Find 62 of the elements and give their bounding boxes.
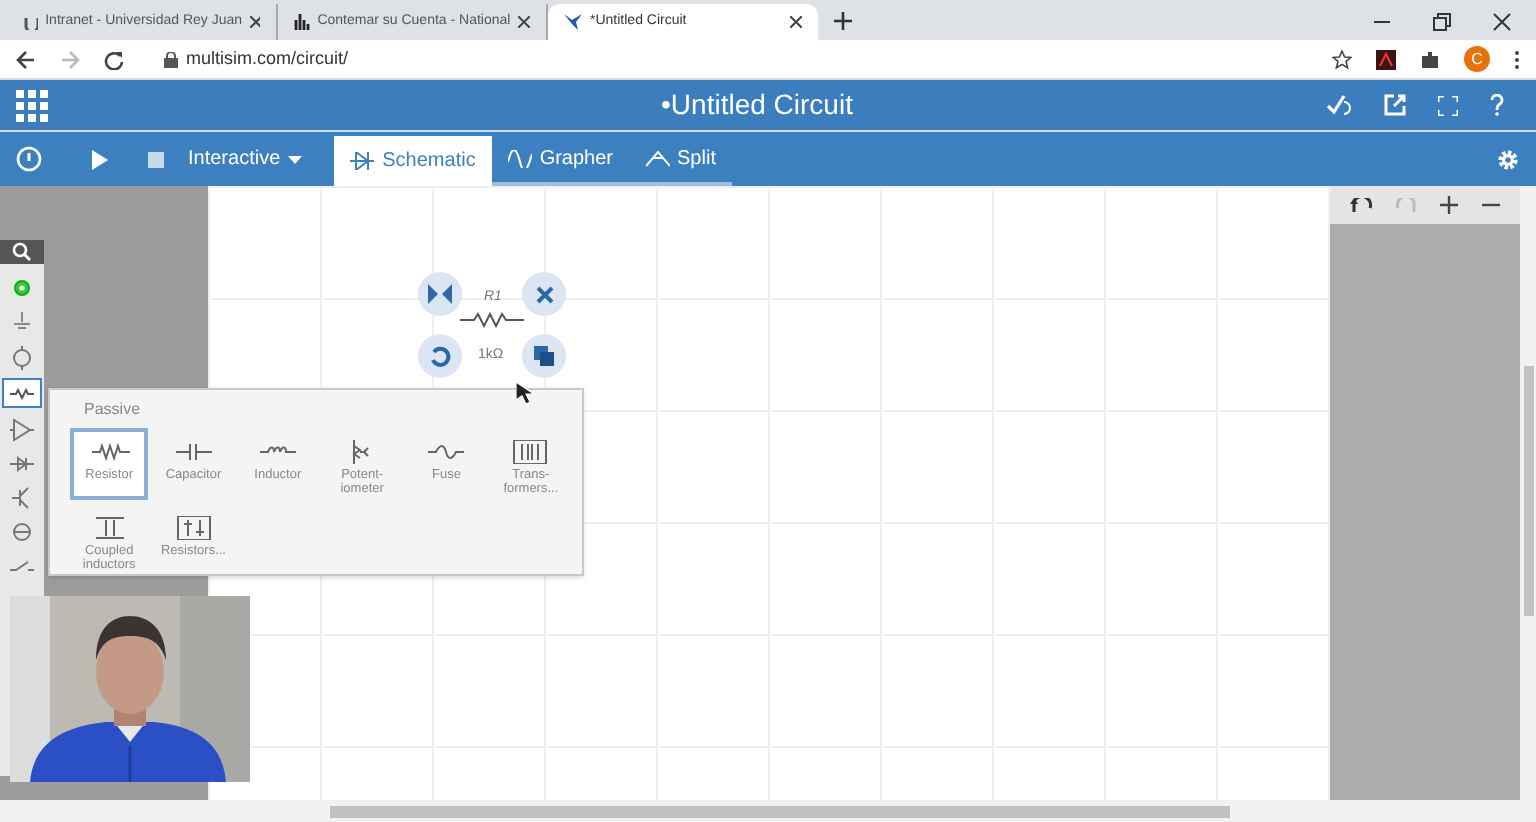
vertical-scrollbar[interactable] <box>1520 186 1536 800</box>
apps-grid-icon[interactable] <box>16 89 48 121</box>
pdf-extension-icon[interactable] <box>1376 49 1396 69</box>
amplifier-icon[interactable] <box>10 417 34 441</box>
scrollbar-thumb[interactable] <box>1523 366 1533 616</box>
flip-icon <box>428 284 452 304</box>
component-icon <box>510 440 551 464</box>
resistor-symbol[interactable] <box>460 312 524 328</box>
probe-icon[interactable] <box>10 277 34 301</box>
close-icon[interactable] <box>518 16 530 28</box>
reload-icon[interactable] <box>104 49 124 69</box>
play-icon[interactable] <box>90 149 108 169</box>
site-icon <box>24 14 38 30</box>
circuit-title: •Untitled Circuit <box>661 86 853 124</box>
transistor-icon[interactable] <box>10 485 34 509</box>
close-icon[interactable] <box>1492 12 1512 32</box>
share-icon[interactable] <box>1384 94 1406 116</box>
ground-icon[interactable] <box>10 311 34 335</box>
info-icon[interactable] <box>16 146 42 172</box>
more-icon[interactable] <box>1514 49 1520 69</box>
lamp-icon[interactable] <box>10 519 34 543</box>
popup-title: Passive <box>84 398 141 422</box>
lock-icon <box>164 51 178 67</box>
view-tab[interactable]: Schematic <box>334 136 492 186</box>
diode-icon[interactable] <box>10 451 34 475</box>
address-field[interactable]: multisim.com/circuit/ <box>164 45 349 73</box>
source-icon[interactable] <box>10 345 34 369</box>
flip-button[interactable] <box>418 272 462 316</box>
fullscreen-icon[interactable] <box>1438 95 1458 115</box>
zoom-in-icon[interactable] <box>1440 196 1459 214</box>
search-icon[interactable] <box>10 240 34 264</box>
close-icon[interactable] <box>250 16 260 28</box>
component-icon <box>173 440 214 464</box>
bird-icon <box>564 14 582 30</box>
back-icon[interactable] <box>16 49 36 69</box>
check-icon[interactable] <box>1326 94 1352 116</box>
bars-icon <box>294 14 310 30</box>
component-icon <box>89 440 130 464</box>
close-icon[interactable] <box>790 16 802 28</box>
undo-icon[interactable] <box>1349 197 1372 213</box>
restore-icon[interactable] <box>1432 12 1452 32</box>
help-icon[interactable] <box>1490 94 1504 116</box>
profile-avatar[interactable]: C <box>1464 46 1490 72</box>
new-tab-icon[interactable] <box>834 12 852 30</box>
mode-dropdown[interactable]: Interactive <box>188 144 303 174</box>
diode-icon <box>350 152 375 170</box>
stop-icon[interactable] <box>148 151 164 167</box>
component-icon <box>426 440 467 464</box>
settings-icon[interactable] <box>1496 147 1520 171</box>
component-icon <box>173 516 214 540</box>
split-icon <box>645 150 670 168</box>
scrollbar-thumb[interactable] <box>330 805 1230 817</box>
delete-button[interactable] <box>522 272 566 316</box>
copy-button[interactable] <box>522 334 566 378</box>
close-icon <box>535 285 553 303</box>
copy-icon <box>534 346 554 366</box>
rotate-button[interactable] <box>418 334 462 378</box>
star-icon[interactable] <box>1332 49 1352 69</box>
horizontal-scrollbar[interactable] <box>0 800 1536 822</box>
rotate-icon <box>429 345 451 367</box>
wave-icon <box>507 150 532 168</box>
caret-icon <box>288 155 303 163</box>
